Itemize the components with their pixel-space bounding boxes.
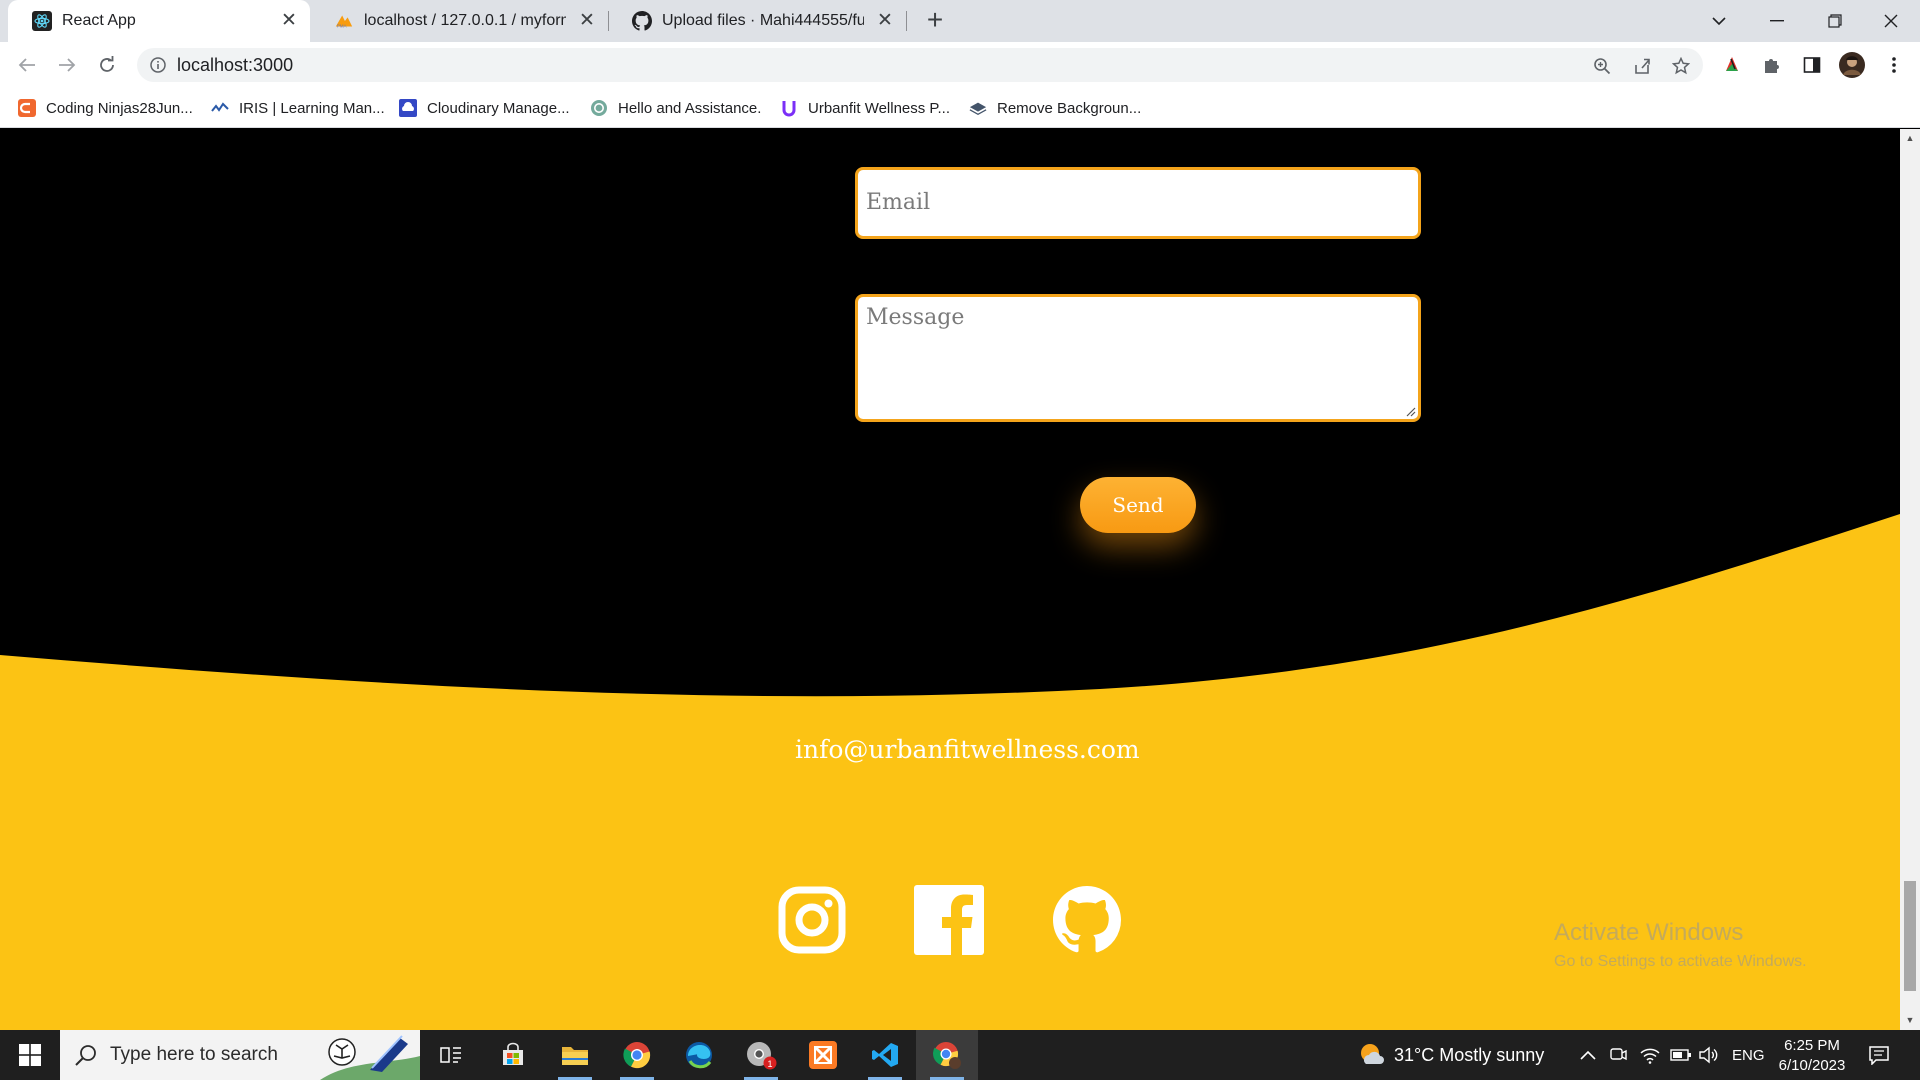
tab-phpmyadmin[interactable]: PMA localhost / 127.0.0.1 / myform / f ✕ [310, 0, 608, 42]
forward-button[interactable] [51, 49, 83, 81]
url-text: localhost:3000 [177, 55, 294, 75]
chrome-icon[interactable] [606, 1030, 668, 1080]
email-field[interactable]: Email [855, 167, 1421, 239]
clock-time: 6:25 PM [1784, 1037, 1840, 1054]
zoom-icon[interactable] [1591, 55, 1613, 77]
cloudinary-icon [399, 99, 417, 117]
bookmark-remove-bg[interactable]: Remove Backgroun... [969, 96, 1141, 120]
input-language-indicator[interactable]: ENG [1732, 1030, 1765, 1080]
weather-sun-icon [1361, 1044, 1384, 1064]
facebook-icon[interactable] [914, 885, 984, 955]
bookmark-iris[interactable]: IRIS | Learning Man... [211, 96, 385, 120]
message-field[interactable]: Message [855, 294, 1421, 422]
start-button[interactable] [0, 1030, 60, 1080]
info-icon[interactable] [149, 56, 167, 74]
bookmark-urbanfit[interactable]: Urbanfit Wellness P... [780, 96, 950, 120]
react-icon [32, 11, 52, 31]
chrome-active-icon[interactable] [916, 1030, 978, 1080]
battery-icon[interactable] [1670, 1030, 1692, 1080]
taskbar-search-input[interactable]: Type here to search [60, 1030, 420, 1080]
volume-icon[interactable] [1698, 1030, 1718, 1080]
browser-menu-icon[interactable] [1881, 52, 1907, 78]
close-window-button[interactable] [1862, 0, 1920, 42]
vscode-icon[interactable] [854, 1030, 916, 1080]
tab-title: Upload files · Mahi444555/full_st [662, 12, 864, 29]
side-panel-icon[interactable] [1799, 52, 1825, 78]
activate-windows-watermark: Activate Windows Go to Settings to activ… [1554, 919, 1807, 971]
tab-title: localhost / 127.0.0.1 / myform / f [364, 12, 566, 29]
search-placeholder: Type here to search [110, 1044, 278, 1065]
address-bar[interactable]: localhost:3000 [137, 48, 1703, 82]
coding-ninjas-icon [18, 99, 36, 117]
bookmark-cloudinary[interactable]: Cloudinary Manage... [399, 96, 570, 120]
resize-handle-icon[interactable] [1404, 405, 1416, 417]
profile-avatar[interactable] [1839, 52, 1865, 78]
page-viewport: Email Message Send info@urbanfitwellness… [0, 129, 1900, 1030]
new-tab-button[interactable]: + [920, 6, 950, 36]
bookmark-coding-ninjas[interactable]: Coding Ninjas28Jun... [18, 96, 193, 120]
tab-title: React App [62, 12, 136, 29]
windows-taskbar: Type here to search 1 31°C Mostly sunny [0, 1030, 1920, 1080]
taskbar-clock[interactable]: 6:25 PM 6/10/2023 [1764, 1036, 1860, 1076]
email-placeholder: Email [866, 190, 931, 215]
github-icon[interactable] [1052, 885, 1122, 955]
back-button[interactable] [11, 49, 43, 81]
extension-icon[interactable] [1719, 52, 1745, 78]
tab-github-upload[interactable]: Upload files · Mahi444555/full_st ✕ [608, 0, 906, 42]
search-icon [75, 1045, 96, 1066]
clock-date: 6/10/2023 [1778, 1057, 1846, 1074]
restore-button[interactable] [1806, 0, 1864, 42]
xampp-icon[interactable] [792, 1030, 854, 1080]
extensions-puzzle-icon[interactable] [1759, 52, 1785, 78]
close-tab-icon[interactable]: ✕ [874, 10, 896, 32]
chrome-profile-icon[interactable]: 1 [730, 1030, 792, 1080]
show-hidden-icons-chevron-icon[interactable] [1580, 1030, 1596, 1080]
scroll-up-arrow-icon[interactable]: ▲ [1904, 133, 1916, 143]
layers-icon [969, 99, 987, 117]
message-placeholder: Message [866, 305, 965, 330]
tab-search-chevron-icon[interactable] [1690, 0, 1748, 42]
github-icon [632, 11, 652, 31]
task-view-button[interactable] [420, 1030, 482, 1080]
svg-text:PMA: PMA [337, 23, 348, 28]
notification-badge: 1 [767, 1059, 772, 1069]
weather-widget[interactable]: 31°C Mostly sunny [1358, 1030, 1544, 1080]
tab-strip: React App ✕ PMA localhost / 127.0.0.1 / … [0, 0, 1920, 42]
tab-separator [906, 11, 907, 31]
bookmark-star-icon[interactable] [1670, 55, 1692, 77]
bookmarks-bar: Coding Ninjas28Jun... IRIS | Learning Ma… [0, 88, 1920, 128]
page-scrollbar[interactable]: ▲ ▼ [1900, 129, 1920, 1030]
watermark-subtitle: Go to Settings to activate Windows. [1554, 953, 1807, 970]
instagram-icon[interactable] [777, 885, 847, 955]
watermark-title: Activate Windows [1554, 919, 1744, 946]
close-tab-icon[interactable]: ✕ [576, 10, 598, 32]
wifi-icon[interactable] [1640, 1030, 1660, 1080]
bookmark-chatgpt[interactable]: Hello and Assistance. [590, 96, 761, 120]
scroll-thumb[interactable] [1904, 881, 1916, 991]
microsoft-store-icon[interactable] [482, 1030, 544, 1080]
reload-button[interactable] [91, 49, 123, 81]
close-tab-icon[interactable]: ✕ [278, 10, 300, 32]
scroll-down-arrow-icon[interactable]: ▼ [1904, 1015, 1916, 1025]
meet-now-icon[interactable] [1609, 1030, 1627, 1080]
browser-toolbar: localhost:3000 [0, 42, 1920, 88]
minimize-button[interactable] [1748, 0, 1806, 42]
send-button[interactable]: Send [1080, 477, 1196, 533]
tab-react-app[interactable]: React App ✕ [8, 0, 310, 42]
iris-icon [211, 99, 229, 117]
contact-email-link[interactable]: info@urbanfitwellness.com [795, 735, 1140, 764]
chatgpt-icon [590, 99, 608, 117]
phpmyadmin-icon: PMA [334, 11, 354, 31]
edge-icon[interactable] [668, 1030, 730, 1080]
urbanfit-icon [780, 99, 798, 117]
notification-center-icon[interactable] [1868, 1030, 1890, 1080]
file-explorer-icon[interactable] [544, 1030, 606, 1080]
weather-text: 31°C Mostly sunny [1394, 1044, 1545, 1065]
search-highlight-icon [320, 1035, 420, 1080]
share-icon[interactable] [1631, 55, 1653, 77]
